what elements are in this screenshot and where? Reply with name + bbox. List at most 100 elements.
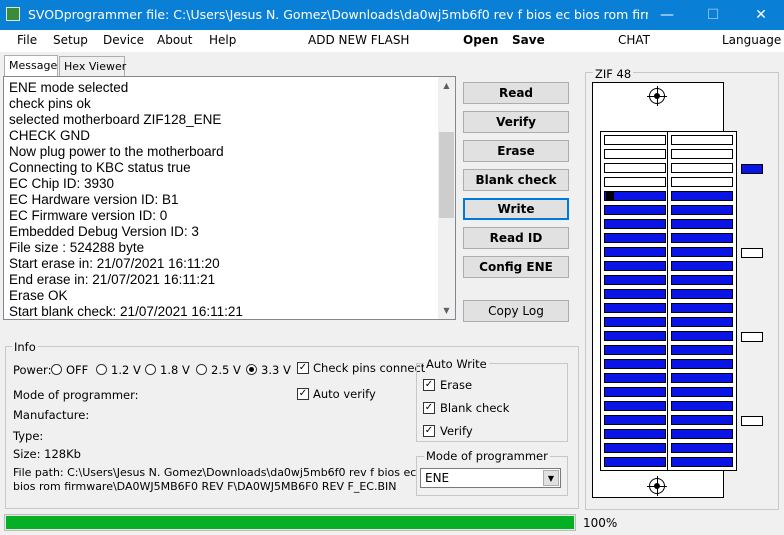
power-radio-off[interactable] — [51, 364, 62, 375]
power-option-1v2: 1.2 V — [111, 363, 141, 377]
zif-pin-column-right — [667, 131, 737, 471]
title-bar[interactable]: SVODprogrammer file: C:\Users\Jesus N. G… — [0, 0, 784, 30]
menu-add-new-flash[interactable]: ADD NEW FLASH — [308, 33, 409, 47]
chevron-down-icon[interactable]: ▼ — [543, 470, 559, 486]
maximize-button[interactable]: ☐ — [690, 0, 736, 30]
menu-language[interactable]: Language — [722, 33, 781, 47]
zif-pin — [604, 457, 666, 467]
zif-pin — [604, 345, 666, 355]
auto-verify-write-checkbox[interactable]: ✓ — [423, 425, 435, 437]
auto-verify-checkbox[interactable]: ✓ — [297, 388, 309, 400]
menu-bar: File Setup Device About Help ADD NEW FLA… — [0, 30, 784, 52]
mode-select[interactable]: ENE ▼ — [420, 468, 561, 488]
zif-pin — [671, 163, 733, 173]
log-line: Start erase in: 21/07/2021 16:11:20 — [9, 256, 220, 271]
power-radio-1v2[interactable] — [96, 364, 107, 375]
minimize-button[interactable]: — — [644, 0, 690, 30]
zif-pin — [604, 163, 666, 173]
zif-pin — [604, 429, 666, 439]
zif-pin — [671, 205, 733, 215]
zif-pin — [604, 205, 666, 215]
read-id-button[interactable]: Read ID — [463, 227, 569, 249]
info-legend: Info — [12, 340, 38, 354]
check-pins-checkbox[interactable]: ✓ — [297, 362, 309, 374]
zif-pin — [671, 429, 733, 439]
power-label: Power: — [13, 363, 52, 377]
tab-hex-viewer[interactable]: Hex Viewer — [59, 56, 126, 76]
log-line: Erase OK — [9, 288, 68, 303]
mode-select-value: ENE — [425, 471, 450, 485]
side-indicator-1 — [741, 164, 763, 174]
side-indicator-2 — [741, 248, 763, 258]
close-button[interactable]: ✕ — [738, 0, 784, 30]
menu-save[interactable]: Save — [512, 33, 545, 47]
zif-pin — [604, 331, 666, 341]
zif-pin — [671, 401, 733, 411]
log-line: ENE mode selected — [9, 80, 129, 95]
zif-pin — [671, 135, 733, 145]
menu-chat[interactable]: CHAT — [618, 33, 650, 47]
log-line: Start blank check: 21/07/2021 16:11:21 — [9, 304, 243, 319]
log-scrollbar[interactable]: ▲ ▼ — [438, 77, 455, 319]
zif-pin — [671, 149, 733, 159]
blank-check-button[interactable]: Blank check — [463, 169, 569, 191]
type-label: Type: — [13, 429, 44, 443]
log-line: Embedded Debug Version ID: 3 — [9, 224, 199, 239]
zif-pin — [671, 373, 733, 383]
copy-log-button[interactable]: Copy Log — [463, 300, 569, 322]
zif-pin — [604, 233, 666, 243]
power-radio-3v3[interactable] — [246, 364, 257, 375]
auto-blank-check-checkbox[interactable]: ✓ — [423, 402, 435, 414]
auto-erase-label: Erase — [440, 378, 473, 392]
scroll-thumb[interactable] — [439, 132, 454, 218]
zif-pin — [671, 275, 733, 285]
auto-erase-checkbox[interactable]: ✓ — [423, 379, 435, 391]
zif-pin — [671, 443, 733, 453]
app-window: SVODprogrammer file: C:\Users\Jesus N. G… — [0, 0, 784, 535]
tab-message[interactable]: Message — [4, 55, 58, 77]
menu-about[interactable]: About — [157, 33, 192, 47]
power-radio-1v8[interactable] — [145, 364, 156, 375]
zif-pin — [604, 177, 666, 187]
write-button[interactable]: Write — [463, 198, 569, 220]
log-line: Now plug power to the motherboard — [9, 144, 224, 159]
mode-legend: Mode of programmer — [424, 449, 550, 463]
menu-device[interactable]: Device — [103, 33, 144, 47]
log-line: check pins ok — [9, 96, 91, 111]
message-log[interactable]: ENE mode selected check pins ok selected m… — [3, 76, 456, 320]
menu-setup[interactable]: Setup — [53, 33, 88, 47]
zif-pin — [604, 443, 666, 453]
menu-help[interactable]: Help — [209, 33, 236, 47]
progress-bar — [4, 514, 576, 531]
zif-pin — [604, 401, 666, 411]
power-option-2v5: 2.5 V — [211, 363, 241, 377]
erase-button[interactable]: Erase — [463, 140, 569, 162]
config-ene-button[interactable]: Config ENE — [463, 256, 569, 278]
window-title: SVODprogrammer file: C:\Users\Jesus N. G… — [28, 7, 648, 22]
verify-button[interactable]: Verify — [463, 111, 569, 133]
zif-pin — [604, 359, 666, 369]
progress-label: 100% — [583, 516, 618, 530]
power-option-off: OFF — [66, 363, 89, 377]
menu-open[interactable]: Open — [463, 33, 498, 47]
file-path-line1: File path: C:\Users\Jesus N. Gomez\Downl… — [13, 466, 417, 479]
zif-pin — [604, 219, 666, 229]
auto-write-legend: Auto Write — [424, 357, 489, 371]
power-radio-2v5[interactable] — [196, 364, 207, 375]
log-line: Connecting to KBC status true — [9, 160, 191, 175]
menu-file[interactable]: File — [17, 33, 37, 47]
log-line: EC Hardware version ID: B1 — [9, 192, 179, 207]
zif-pin — [671, 289, 733, 299]
zif-pin — [604, 149, 666, 159]
zif-pin — [604, 191, 666, 201]
zif-pin — [671, 415, 733, 425]
log-line: End erase in: 21/07/2021 16:11:21 — [9, 272, 216, 287]
zif-pin — [671, 261, 733, 271]
read-button[interactable]: Read — [463, 82, 569, 104]
scroll-up-icon[interactable]: ▲ — [438, 77, 455, 94]
zif-pin — [604, 261, 666, 271]
power-option-3v3: 3.3 V — [261, 363, 291, 377]
scroll-down-icon[interactable]: ▼ — [438, 302, 455, 319]
progress-fill — [6, 516, 574, 529]
zif-pin — [671, 317, 733, 327]
